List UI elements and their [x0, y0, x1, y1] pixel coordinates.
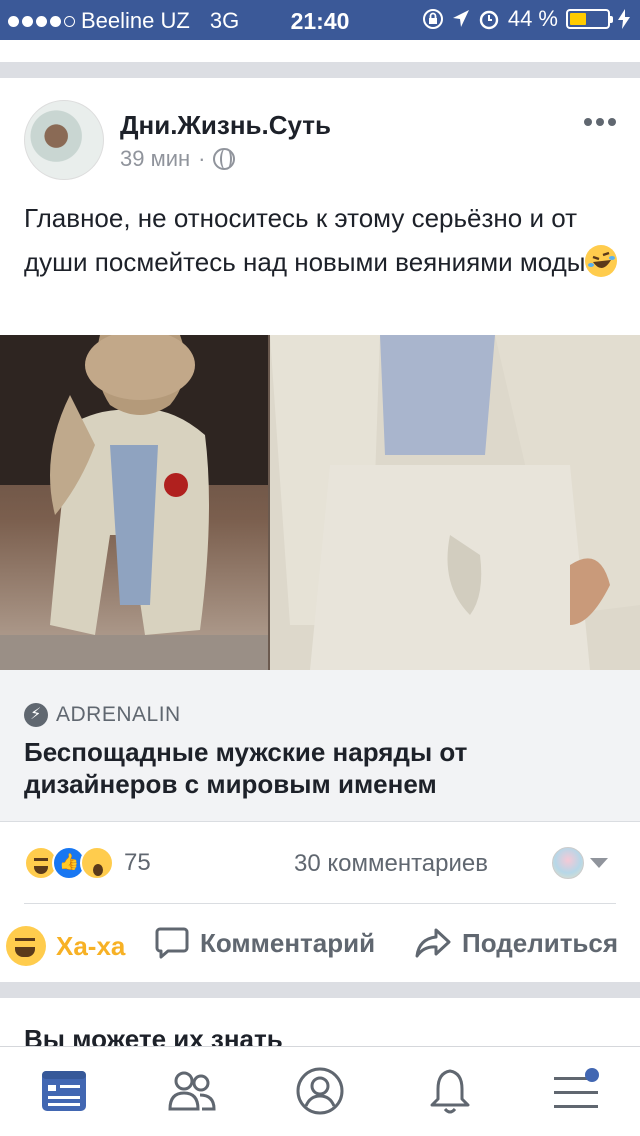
news-feed-icon: [42, 1071, 86, 1111]
tab-bar: [0, 1046, 640, 1136]
reaction-count: 75: [124, 849, 151, 876]
feed-separator: [0, 982, 640, 998]
friends-icon: [168, 1071, 216, 1111]
haha-button[interactable]: Ха-ха: [6, 926, 125, 966]
tab-friends[interactable]: [166, 1065, 218, 1117]
status-bar: Beeline UZ 3G 21:40 44 %: [0, 0, 640, 40]
notifications-icon: [430, 1069, 470, 1114]
previous-post-bottom: [0, 40, 640, 62]
wow-icon: [80, 846, 114, 880]
battery-percent: 44 %: [507, 6, 558, 31]
photo-right-pane: [270, 335, 640, 670]
reactions-summary[interactable]: 👍 75: [24, 846, 151, 880]
battery-icon: [566, 9, 613, 29]
viewer-avatar[interactable]: [552, 847, 584, 879]
status-right: 44 %: [422, 6, 630, 32]
photo-left-pane: [0, 335, 268, 670]
post-text: Главное, не относитесь к этому серьёзно …: [24, 196, 624, 284]
globe-icon: [213, 148, 236, 170]
charging-icon: [618, 9, 630, 29]
rofl-emoji-icon: [585, 245, 618, 277]
menu-icon: [554, 1068, 599, 1108]
tab-news-feed[interactable]: [38, 1065, 90, 1117]
divider: [24, 903, 616, 904]
alarm-icon: [479, 10, 499, 30]
comment-icon: [155, 927, 189, 959]
action-bar: Ха-ха Комментарий Поделиться: [0, 918, 640, 974]
link-source-label: ADRENALIN: [56, 703, 181, 726]
chevron-down-icon[interactable]: [590, 858, 608, 868]
comment-label: Комментарий: [200, 927, 376, 958]
post-meta: 39 мин ·: [120, 146, 236, 172]
more-icon[interactable]: [584, 118, 616, 126]
post-text-body: Главное, не относитесь к этому серьёзно …: [24, 203, 586, 277]
rotation-lock-icon: [422, 9, 443, 29]
link-source: ⚡ ADRENALIN: [24, 703, 181, 727]
page-avatar[interactable]: [24, 100, 104, 180]
comment-button[interactable]: Комментарий: [154, 926, 375, 960]
share-icon: [415, 928, 451, 958]
share-label: Поделиться: [462, 927, 619, 958]
haha-label: Ха-ха: [56, 930, 126, 961]
page-name[interactable]: Дни.Жизнь.Суть: [120, 110, 331, 141]
post-time[interactable]: 39 мин: [120, 146, 190, 172]
tab-menu[interactable]: [550, 1065, 602, 1117]
haha-reaction-icon: [6, 926, 46, 966]
comments-count[interactable]: 30 комментариев: [294, 850, 488, 878]
location-icon: [452, 10, 469, 27]
share-button[interactable]: Поделиться: [414, 926, 618, 960]
bolt-icon: ⚡: [24, 703, 48, 727]
profile-icon: [296, 1067, 344, 1115]
post-photo[interactable]: [0, 335, 640, 670]
tab-notifications[interactable]: [424, 1065, 476, 1117]
tab-profile[interactable]: [294, 1065, 346, 1117]
feed-separator: [0, 62, 640, 78]
link-title[interactable]: Беспощадные мужские наряды от дизайнеров…: [24, 736, 614, 800]
meta-separator: ·: [198, 146, 206, 171]
